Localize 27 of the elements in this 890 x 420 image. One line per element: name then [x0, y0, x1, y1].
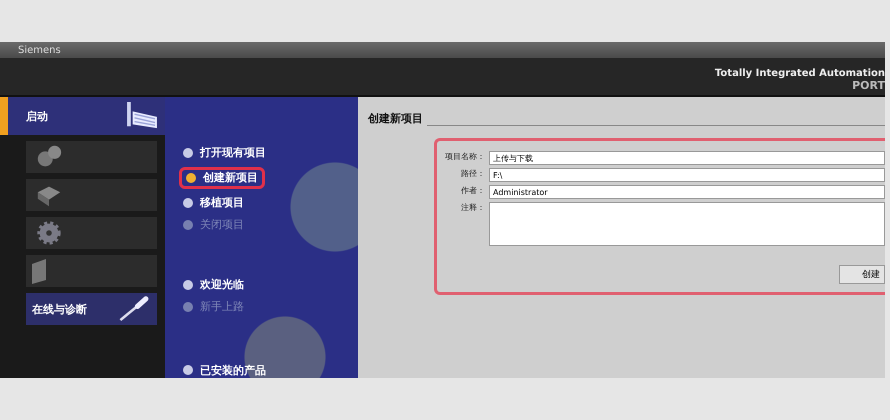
portal-item[interactable] [26, 255, 157, 287]
panel-icon [32, 258, 46, 284]
section-title: 创建新项目 [368, 111, 423, 126]
field-label: 路径： [460, 168, 486, 179]
menu-item[interactable]: 已安装的产品 [179, 362, 270, 378]
portal-item[interactable] [26, 141, 157, 173]
screwdriver-icon [117, 295, 151, 323]
input-field[interactable]: F:\ [489, 168, 885, 182]
portal-item[interactable]: 启动 [0, 97, 165, 135]
factory-icon [125, 102, 159, 130]
input-field[interactable]: Administrator [489, 185, 885, 199]
comment-field[interactable] [489, 202, 885, 246]
field-label: 项目名称： [444, 151, 486, 162]
create-button[interactable]: 创建 [839, 265, 885, 284]
menu-item[interactable]: 创建新项目 [179, 166, 265, 189]
input-field[interactable]: 上传与下载 [489, 151, 885, 165]
window-title: Siemens [18, 44, 61, 56]
portal-item[interactable]: 在线与诊断 [26, 293, 157, 325]
field-label: 作者： [460, 185, 486, 196]
menu-item[interactable]: 欢迎光临 [179, 276, 248, 293]
portal-item[interactable] [26, 217, 157, 249]
menu-item[interactable]: 移植项目 [179, 194, 248, 211]
product-name: Totally Integrated Automation [714, 68, 885, 79]
portal-item[interactable] [26, 179, 157, 211]
field-label: 注释： [460, 202, 486, 213]
menu-item[interactable]: 打开现有项目 [179, 145, 270, 161]
product-edition: PORT [852, 79, 885, 92]
